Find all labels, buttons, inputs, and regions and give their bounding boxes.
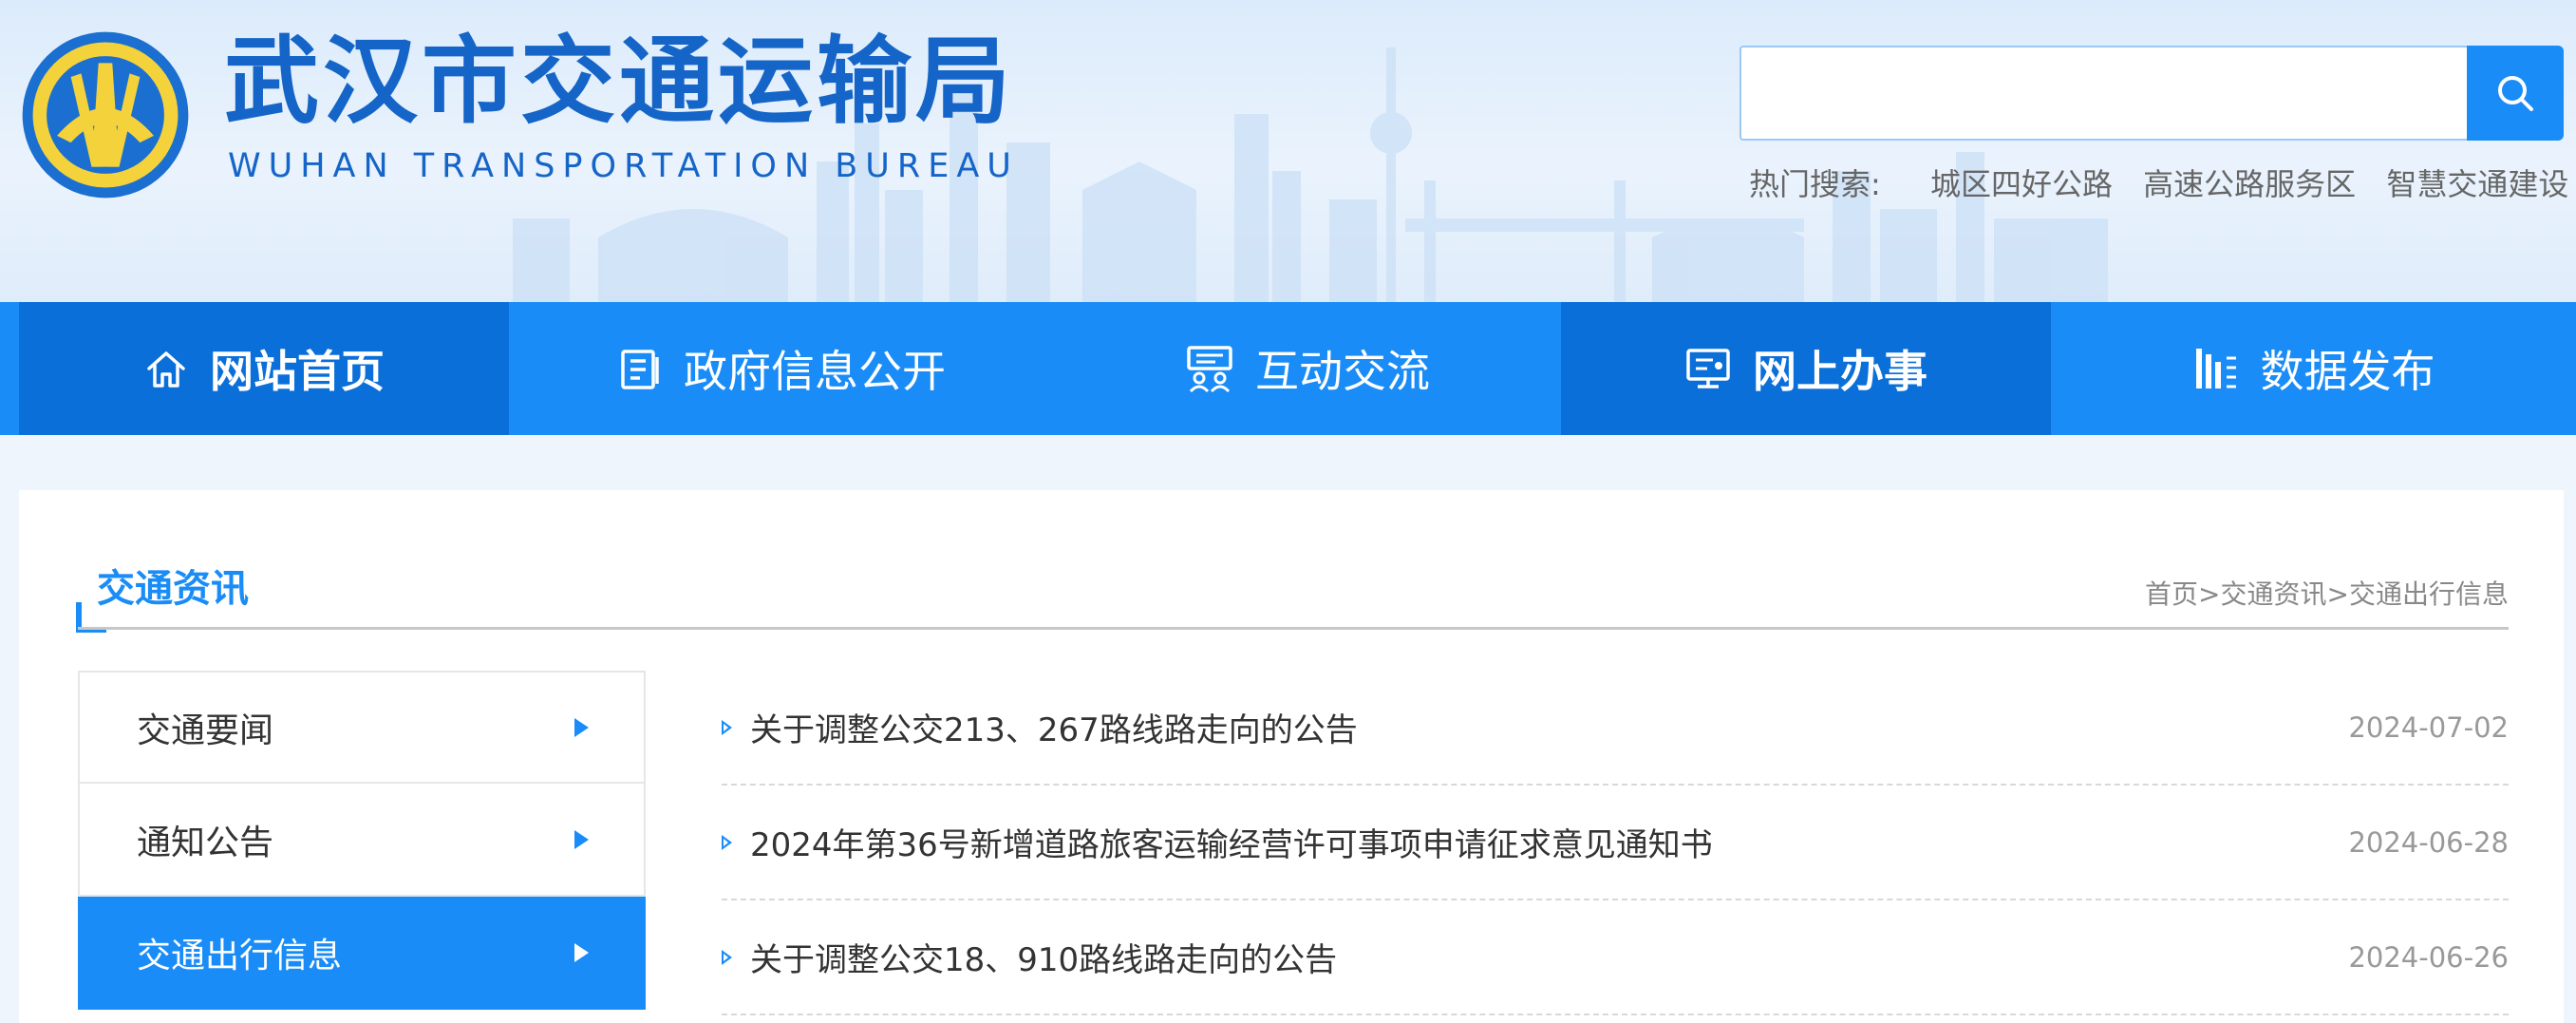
breadcrumb-home[interactable]: 首页 <box>2145 578 2198 610</box>
main-nav: 网站首页 政府信息公开 互动交流 网上办事 数据发布 <box>0 302 2576 435</box>
sidebar-item-notices[interactable]: 通知公告 <box>78 784 646 897</box>
nav-item-label: 政府信息公开 <box>684 346 946 397</box>
nav-item-home[interactable]: 网站首页 <box>19 302 509 435</box>
sidebar-item-traffic-news[interactable]: 交通要闻 <box>78 671 646 784</box>
bullet-arrow-icon <box>722 949 732 965</box>
sidebar-item-label: 交通出行信息 <box>137 936 343 976</box>
nav-item-online-service[interactable]: 网上办事 <box>1561 302 2051 435</box>
document-icon <box>621 350 659 389</box>
news-date: 2024-06-26 <box>2348 940 2509 974</box>
bureau-logo <box>22 31 189 199</box>
sidebar-item-label: 通知公告 <box>137 823 274 862</box>
news-title[interactable]: 关于调整公交18、910路线路走向的公告 <box>750 934 1337 980</box>
list-item[interactable]: 关于调整公交18、910路线路走向的公告 2024-06-26 <box>722 900 2509 1015</box>
sidebar-item-travel-info[interactable]: 交通出行信息 <box>78 897 646 1010</box>
sidebar-item-label: 交通要闻 <box>137 710 274 750</box>
news-date: 2024-07-02 <box>2348 710 2509 744</box>
site-title: 武汉市交通运输局 <box>224 26 1014 137</box>
hot-search-label: 热门搜索: <box>1749 166 1881 202</box>
hot-search-link[interactable]: 高速公路服务区 <box>2143 166 2356 202</box>
bullet-arrow-icon <box>722 719 732 735</box>
nav-item-label: 互动交流 <box>1255 346 1430 397</box>
news-title[interactable]: 关于调整公交213、267路线路走向的公告 <box>750 704 1358 750</box>
main-content: 交通资讯 首页>交通资讯>交通出行信息 交通要闻 通知公告 交通出行信息 关于调… <box>19 490 2564 1023</box>
sidebar-menu: 交通要闻 通知公告 交通出行信息 <box>78 671 646 1010</box>
news-title[interactable]: 2024年第36号新增道路旅客运输经营许可事项申请征求意见通知书 <box>750 819 1713 865</box>
nav-item-gov-info[interactable]: 政府信息公开 <box>509 302 1054 435</box>
breadcrumb-current: 交通出行信息 <box>2348 578 2509 610</box>
nav-item-interaction[interactable]: 互动交流 <box>1054 302 1561 435</box>
section-title: 交通资讯 <box>97 567 249 611</box>
search-button[interactable] <box>2467 46 2564 141</box>
nav-item-label: 网上办事 <box>1753 346 1927 397</box>
nav-item-label: 数据发布 <box>2260 346 2435 397</box>
home-icon <box>147 351 185 388</box>
nav-item-label: 网站首页 <box>210 346 385 397</box>
breadcrumb-traffic-news[interactable]: 交通资讯 <box>2221 578 2327 610</box>
data-icon <box>2195 349 2236 388</box>
breadcrumb: 首页>交通资讯>交通出行信息 <box>2145 581 2509 608</box>
section-divider <box>78 627 2509 630</box>
search-input[interactable] <box>1739 46 2469 141</box>
site-header: 武汉市交通运输局 WUHAN TRANSPORTATION BUREAU 热门搜… <box>0 0 2576 302</box>
nav-item-data-release[interactable]: 数据发布 <box>2051 302 2576 435</box>
hot-search-link[interactable]: 城区四好公路 <box>1930 166 2113 202</box>
news-list: 关于调整公交213、267路线路走向的公告 2024-07-02 2024年第3… <box>722 671 2509 1015</box>
site-subtitle: WUHAN TRANSPORTATION BUREAU <box>228 147 1019 185</box>
news-date: 2024-06-28 <box>2348 825 2509 859</box>
hot-search: 热门搜索: 城区四好公路 高速公路服务区 智慧交通建设 <box>1749 165 2568 203</box>
chevron-right-icon <box>574 829 589 849</box>
search-icon <box>2498 76 2533 111</box>
breadcrumb-separator: > <box>2198 578 2221 610</box>
list-item[interactable]: 关于调整公交213、267路线路走向的公告 2024-07-02 <box>722 671 2509 786</box>
monitor-icon <box>1686 349 1730 388</box>
chat-icon <box>1187 346 1232 393</box>
bullet-arrow-icon <box>722 834 732 850</box>
breadcrumb-separator: > <box>2326 578 2349 610</box>
chevron-right-icon <box>574 717 589 737</box>
chevron-right-icon <box>574 942 589 962</box>
list-item[interactable]: 2024年第36号新增道路旅客运输经营许可事项申请征求意见通知书 2024-06… <box>722 786 2509 900</box>
hot-search-link[interactable]: 智慧交通建设 <box>2386 166 2568 202</box>
